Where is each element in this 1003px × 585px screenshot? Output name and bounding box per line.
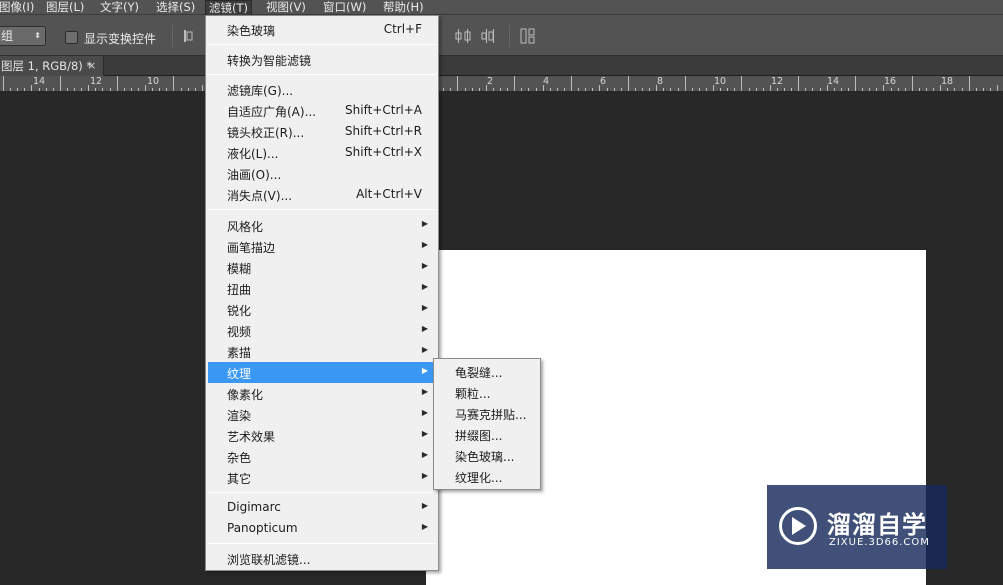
- menu-type[interactable]: 文字(Y): [97, 0, 142, 15]
- ruler-label: 16: [884, 76, 897, 87]
- watermark-title: 溜溜自学: [827, 511, 927, 539]
- menu-item-lens-correction[interactable]: 镜头校正(R)... Shift+Ctrl+R: [208, 121, 436, 142]
- menu-item-oil-paint[interactable]: 油画(O)...: [208, 163, 436, 184]
- menu-item-panopticum[interactable]: Panopticum ▶: [208, 518, 436, 539]
- submenu-arrow-icon: ▶: [421, 522, 428, 531]
- ruler-label: 18: [941, 76, 954, 87]
- ruler-label: 10: [714, 76, 727, 87]
- ruler-label: 14: [827, 76, 840, 87]
- menu-help[interactable]: 帮助(H): [380, 0, 427, 15]
- submenu-arrow-icon: ▶: [421, 471, 428, 480]
- menu-layer[interactable]: 图层(L): [43, 0, 87, 15]
- submenu-arrow-icon: ▶: [421, 345, 428, 354]
- menu-separator: [208, 209, 436, 210]
- menu-item-other[interactable]: 其它 ▶: [208, 467, 436, 488]
- ruler-label: 4: [543, 76, 550, 87]
- ruler-label: 10: [147, 76, 160, 87]
- show-transform-label: 显示变换控件: [84, 32, 157, 46]
- play-icon: [792, 517, 806, 535]
- menu-item-artistic[interactable]: 艺术效果 ▶: [208, 425, 436, 446]
- filter-menu-dropdown: 染色玻璃 Ctrl+F 转换为智能滤镜 滤镜库(G)... 自适应广角(A)...…: [205, 15, 439, 571]
- document-tab[interactable]: 图层 1, RGB/8) * ×: [0, 56, 104, 76]
- ruler-label: 8: [657, 76, 664, 87]
- submenu-arrow-icon: ▶: [421, 501, 428, 510]
- menu-item-noise[interactable]: 杂色 ▶: [208, 446, 436, 467]
- watermark-url: ZIXUE.3D66.COM: [829, 537, 930, 548]
- menu-separator: [208, 44, 436, 45]
- close-tab-icon[interactable]: ×: [87, 56, 96, 76]
- submenu-item-patchwork[interactable]: 拼缀图...: [436, 424, 538, 445]
- horizontal-ruler[interactable]: 14 12 10 2 4 6 8 10 12 14 16 18: [0, 76, 1003, 92]
- menu-filter[interactable]: 滤镜(T): [205, 0, 252, 15]
- menu-item-convert-smart-filter[interactable]: 转换为智能滤镜: [208, 49, 436, 70]
- auto-select-combo[interactable]: 组 ⬍: [0, 26, 46, 46]
- watermark-logo: 溜溜自学 ZIXUE.3D66.COM: [767, 485, 947, 569]
- menu-item-sketch[interactable]: 素描 ▶: [208, 341, 436, 362]
- menu-item-stylize[interactable]: 风格化 ▶: [208, 215, 436, 236]
- menu-item-browse-online-filters[interactable]: 浏览联机滤镜...: [208, 548, 436, 569]
- menu-item-liquify[interactable]: 液化(L)... Shift+Ctrl+X: [208, 142, 436, 163]
- menu-view[interactable]: 视图(V): [263, 0, 309, 15]
- menu-item-video[interactable]: 视频 ▶: [208, 320, 436, 341]
- submenu-arrow-icon: ▶: [421, 366, 428, 375]
- menu-item-digimarc[interactable]: Digimarc ▶: [208, 497, 436, 518]
- menu-item-distort[interactable]: 扭曲 ▶: [208, 278, 436, 299]
- menu-item-vanishing-point[interactable]: 消失点(V)... Alt+Ctrl+V: [208, 184, 436, 205]
- ruler-label: 2: [487, 76, 494, 87]
- submenu-item-craquelure[interactable]: 龟裂缝...: [436, 361, 538, 382]
- menu-item-adaptive-wide-angle[interactable]: 自适应广角(A)... Shift+Ctrl+A: [208, 100, 436, 121]
- submenu-arrow-icon: ▶: [421, 303, 428, 312]
- separator: [509, 25, 510, 47]
- distribute-horizontal-centers-icon[interactable]: [455, 28, 471, 44]
- submenu-arrow-icon: ▶: [421, 219, 428, 228]
- document-tab-title: 图层 1, RGB/8) *: [1, 59, 93, 73]
- menu-item-pixelate[interactable]: 像素化 ▶: [208, 383, 436, 404]
- distribute-right-icon[interactable]: [480, 28, 496, 44]
- submenu-arrow-icon: ▶: [421, 429, 428, 438]
- menu-item-sharpen[interactable]: 锐化 ▶: [208, 299, 436, 320]
- submenu-arrow-icon: ▶: [421, 408, 428, 417]
- align-top-icon[interactable]: [182, 28, 198, 44]
- submenu-arrow-icon: ▶: [421, 324, 428, 333]
- ruler-label: 12: [771, 76, 784, 87]
- submenu-arrow-icon: ▶: [421, 261, 428, 270]
- ruler-label: 6: [600, 76, 607, 87]
- separator: [172, 25, 173, 47]
- menu-bar: 图像(I) 图层(L) 文字(Y) 选择(S) 滤镜(T) 视图(V) 窗口(W…: [0, 0, 1003, 15]
- texture-submenu: 龟裂缝... 颗粒... 马赛克拼贴... 拼缀图... 染色玻璃... 纹理化…: [433, 358, 541, 490]
- submenu-arrow-icon: ▶: [421, 450, 428, 459]
- document-tab-bar: 图层 1, RGB/8) * ×: [0, 56, 1003, 76]
- menu-select[interactable]: 选择(S): [153, 0, 198, 15]
- submenu-item-mosaic-tiles[interactable]: 马赛克拼贴...: [436, 403, 538, 424]
- menu-image[interactable]: 图像(I): [0, 0, 37, 15]
- menu-separator: [208, 492, 436, 493]
- menu-item-render[interactable]: 渲染 ▶: [208, 404, 436, 425]
- menu-separator: [208, 74, 436, 75]
- menu-item-filter-gallery[interactable]: 滤镜库(G)...: [208, 79, 436, 100]
- submenu-item-stained-glass[interactable]: 染色玻璃...: [436, 445, 538, 466]
- submenu-arrow-icon: ▶: [421, 240, 428, 249]
- menu-item-last-filter[interactable]: 染色玻璃 Ctrl+F: [208, 19, 436, 40]
- submenu-item-texturizer[interactable]: 纹理化...: [436, 466, 538, 487]
- menu-item-blur[interactable]: 模糊 ▶: [208, 257, 436, 278]
- submenu-arrow-icon: ▶: [421, 387, 428, 396]
- submenu-arrow-icon: ▶: [421, 282, 428, 291]
- submenu-item-grain[interactable]: 颗粒...: [436, 382, 538, 403]
- auto-align-layers-icon[interactable]: [520, 28, 536, 44]
- menu-item-texture[interactable]: 纹理 ▶: [208, 362, 436, 383]
- ruler-label: 12: [90, 76, 103, 87]
- combo-value: 组: [1, 29, 14, 43]
- menu-window[interactable]: 窗口(W): [320, 0, 369, 15]
- combo-arrow-icon: ⬍: [34, 31, 41, 40]
- menu-item-brush-strokes[interactable]: 画笔描边 ▶: [208, 236, 436, 257]
- options-bar: 组 ⬍ 显示变换控件: [0, 15, 1003, 56]
- show-transform-checkbox[interactable]: [65, 31, 78, 44]
- menu-separator: [208, 543, 436, 544]
- ruler-label: 14: [33, 76, 46, 87]
